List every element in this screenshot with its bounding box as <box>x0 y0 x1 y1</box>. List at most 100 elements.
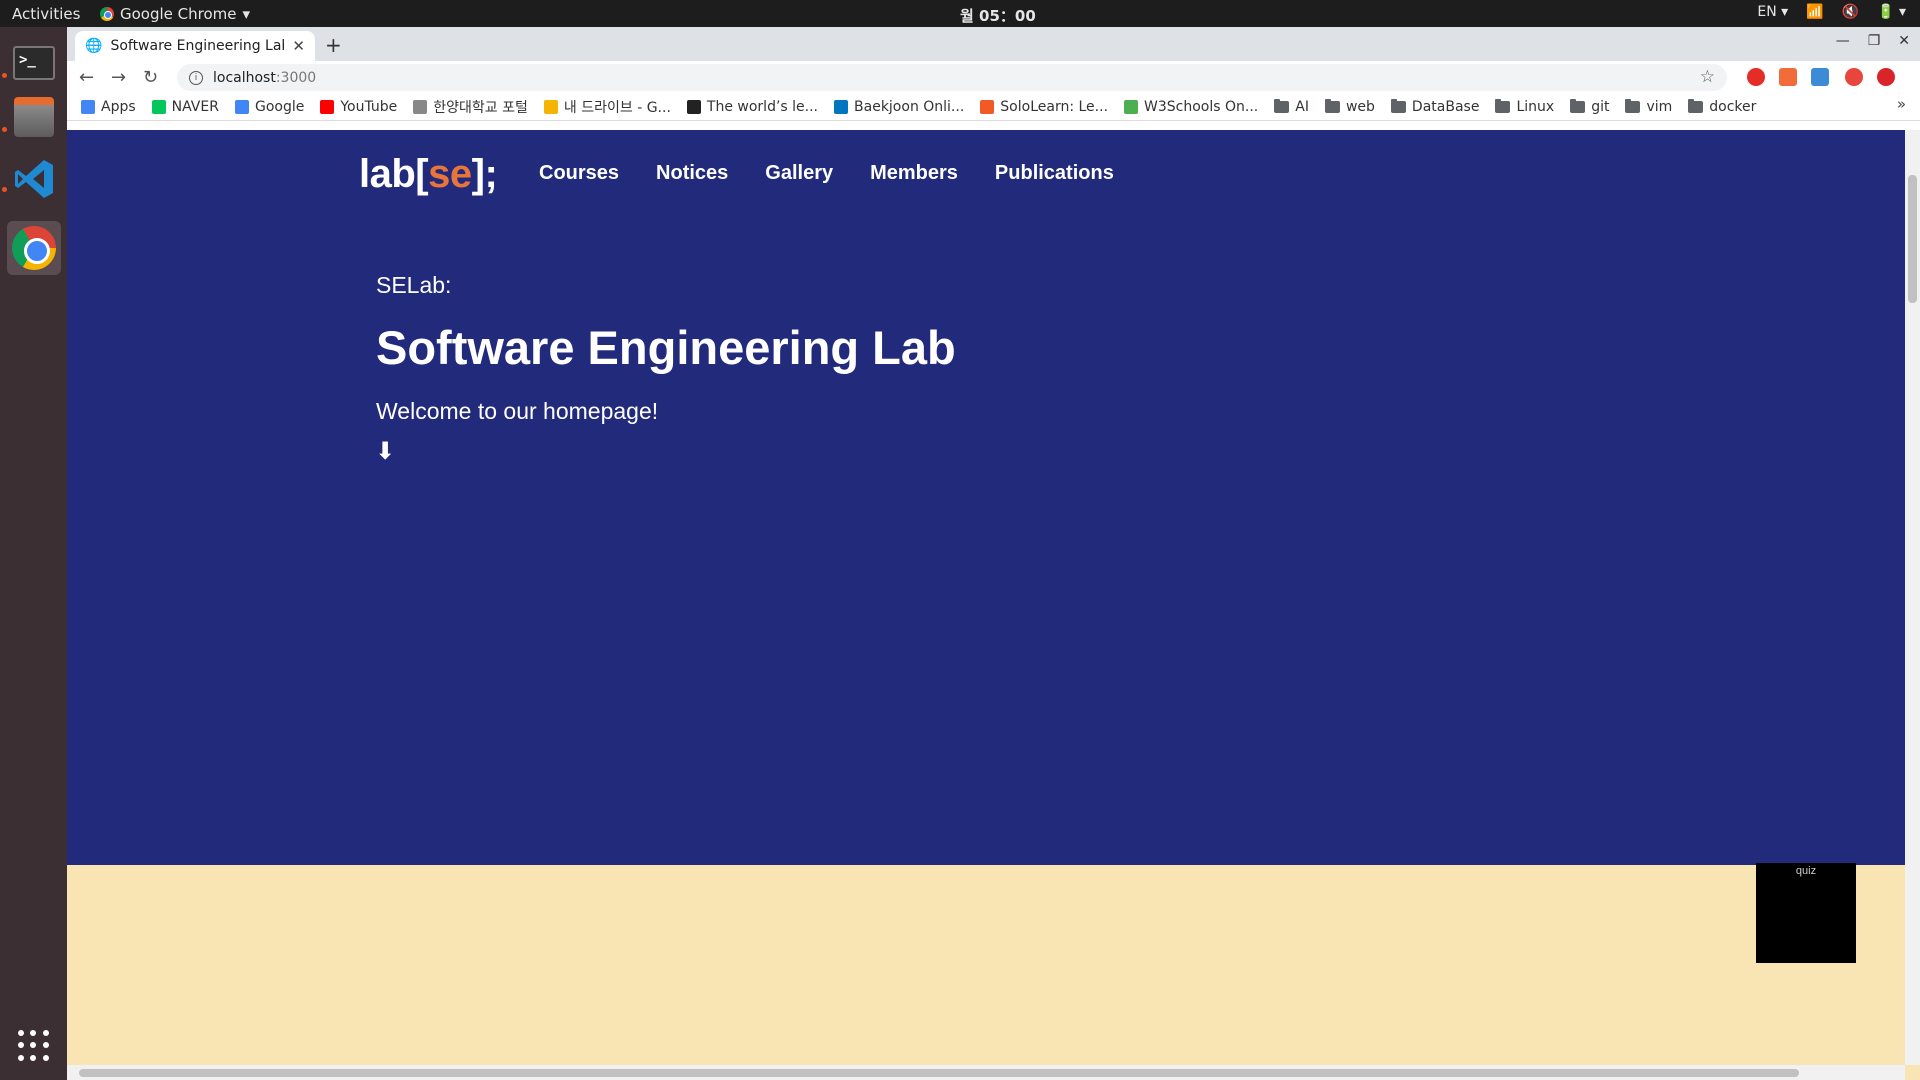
bookmark-label: vim <box>1646 98 1673 115</box>
dock-vscode[interactable] <box>7 152 61 206</box>
bookmark-item[interactable]: SoloLearn: Le... <box>980 99 1108 115</box>
bookmarks-bar: Apps NAVER Google YouTube 한양대학교 포털 내 드라이브 - G… <box>67 93 1920 121</box>
forward-arrow-icon[interactable]: → <box>111 67 126 88</box>
sololearn-icon <box>980 99 995 114</box>
w3schools-icon <box>1124 99 1139 114</box>
dock-terminal[interactable]: >_ <box>7 36 61 90</box>
logo-suffix: ]; <box>471 152 498 196</box>
gnome-top-bar: Activities Google Chrome ▾ 월 05：00 EN ▾ … <box>0 0 1920 27</box>
bookmark-item[interactable]: Linux <box>1495 98 1555 115</box>
folder-icon <box>1324 98 1340 113</box>
welcome-text: Welcome to our homepage! <box>376 398 659 424</box>
down-arrow-icon[interactable]: ⬇ <box>375 437 395 465</box>
bookmark-item[interactable]: Apps <box>81 99 136 115</box>
browser-toolbar: ← → ↻ i localhost:3000 ☆ <box>67 61 1920 93</box>
activities-button[interactable]: Activities <box>12 5 80 23</box>
bookmark-item[interactable]: AI <box>1274 98 1309 115</box>
restore-icon[interactable]: ❐ <box>1868 33 1881 49</box>
adblock-extension-icon[interactable] <box>1747 68 1765 86</box>
bookmark-label: Apps <box>101 98 136 115</box>
folder-icon <box>1570 98 1586 113</box>
battery-icon[interactable]: 🔋 ▾ <box>1877 4 1906 20</box>
dock-chrome[interactable] <box>7 221 61 275</box>
folder-icon <box>1495 98 1511 113</box>
url-host: localhost <box>213 69 276 86</box>
vertical-scrollbar[interactable] <box>1905 130 1920 1065</box>
site-logo[interactable]: lab[se]; <box>359 152 498 197</box>
drive-icon <box>543 99 558 114</box>
youtube-icon <box>320 99 335 114</box>
volume-icon[interactable]: 🔇 <box>1842 4 1859 20</box>
scrollbar-thumb[interactable] <box>1908 175 1917 303</box>
bookmark-item[interactable]: NAVER <box>151 98 219 115</box>
bookmark-item[interactable]: Google <box>234 99 304 115</box>
bookmark-item[interactable]: 한양대학교 포털 <box>413 97 528 117</box>
bookmark-label: git <box>1591 98 1610 115</box>
github-icon <box>686 99 701 114</box>
bookmark-label: AI <box>1295 98 1309 115</box>
main-nav: Courses Notices Gallery Members Publicat… <box>539 162 1114 185</box>
vscode-icon <box>15 160 53 198</box>
bookmark-item[interactable]: Baekjoon Onli... <box>834 99 964 115</box>
nav-publications[interactable]: Publications <box>995 162 1114 185</box>
app-menu[interactable]: Google Chrome ▾ <box>100 5 250 23</box>
bookmark-item[interactable]: vim <box>1625 98 1673 115</box>
clock[interactable]: 월 05：00 <box>960 5 1036 26</box>
wifi-icon[interactable]: 📶 <box>1806 4 1823 20</box>
bookmark-star-icon[interactable]: ☆ <box>1700 67 1715 87</box>
bookmark-label: web <box>1345 98 1375 115</box>
input-language[interactable]: EN ▾ <box>1757 4 1788 20</box>
bookmark-item[interactable]: git <box>1570 98 1610 115</box>
screenshot-extension-icon[interactable] <box>1811 68 1829 86</box>
minimize-icon[interactable]: — <box>1836 33 1850 49</box>
info-icon[interactable]: i <box>189 70 203 85</box>
hanyang-icon <box>413 99 428 114</box>
extension-icon[interactable] <box>1779 68 1797 86</box>
show-applications-icon[interactable] <box>18 1030 50 1062</box>
nav-members[interactable]: Members <box>870 162 958 185</box>
bookmark-label: 내 드라이브 - G... <box>563 99 671 116</box>
bookmark-item[interactable]: docker <box>1688 98 1756 115</box>
nav-notices[interactable]: Notices <box>656 162 728 185</box>
bookmark-item[interactable]: W3Schools On... <box>1124 99 1258 115</box>
address-bar[interactable]: i localhost:3000 ☆ <box>177 64 1727 91</box>
baekjoon-icon <box>834 99 849 114</box>
bookmark-item[interactable]: DataBase <box>1390 98 1479 115</box>
reload-icon[interactable]: ↻ <box>143 67 158 88</box>
profile-avatar[interactable] <box>1845 68 1863 86</box>
app-menu-label: Google Chrome <box>120 5 237 23</box>
bookmark-label: YouTube <box>340 98 398 115</box>
close-tab-icon[interactable]: ✕ <box>292 37 305 55</box>
quiz-label: quiz <box>1795 865 1817 877</box>
scrollbar-thumb[interactable] <box>79 1069 1799 1077</box>
new-tab-button[interactable]: + <box>325 33 342 57</box>
quiz-widget[interactable]: quiz <box>1756 863 1856 963</box>
bookmark-label: Linux <box>1516 98 1555 115</box>
bookmark-label: The world’s le... <box>706 98 819 115</box>
bookmarks-more-button[interactable]: » <box>1897 95 1906 113</box>
tab-title: Software Engineering Lab <box>110 38 285 54</box>
nav-gallery[interactable]: Gallery <box>765 162 833 185</box>
logo-accent: se <box>428 152 472 196</box>
tab-active[interactable]: 🌐 Software Engineering Lab ✕ <box>75 31 315 61</box>
chrome-icon <box>100 7 114 21</box>
chrome-window: 🌐 Software Engineering Lab ✕ + — ❐ ✕ ← →… <box>67 27 1920 1080</box>
bookmark-item[interactable]: The world’s le... <box>686 98 819 115</box>
url-port: :3000 <box>275 69 317 86</box>
back-arrow-icon[interactable]: ← <box>79 67 94 88</box>
close-window-icon[interactable]: ✕ <box>1898 33 1910 49</box>
horizontal-scrollbar[interactable] <box>67 1065 1905 1080</box>
input-language-label: EN <box>1757 4 1777 20</box>
bookmark-label: NAVER <box>171 98 219 115</box>
globe-icon: 🌐 <box>85 38 103 54</box>
system-tray[interactable]: EN ▾ 📶 🔇 🔋 ▾ <box>1757 4 1906 20</box>
bookmark-item[interactable]: YouTube <box>320 99 397 115</box>
page-title: Software Engineering Lab <box>376 321 956 374</box>
extension-icon[interactable] <box>1877 68 1895 86</box>
bookmark-label: Baekjoon Onli... <box>854 98 965 115</box>
nav-courses[interactable]: Courses <box>539 162 619 185</box>
bookmark-item[interactable]: web <box>1324 98 1375 115</box>
bookmark-item[interactable]: 내 드라이브 - G... <box>543 97 671 117</box>
google-icon <box>234 99 249 114</box>
dock-files[interactable] <box>7 90 61 144</box>
